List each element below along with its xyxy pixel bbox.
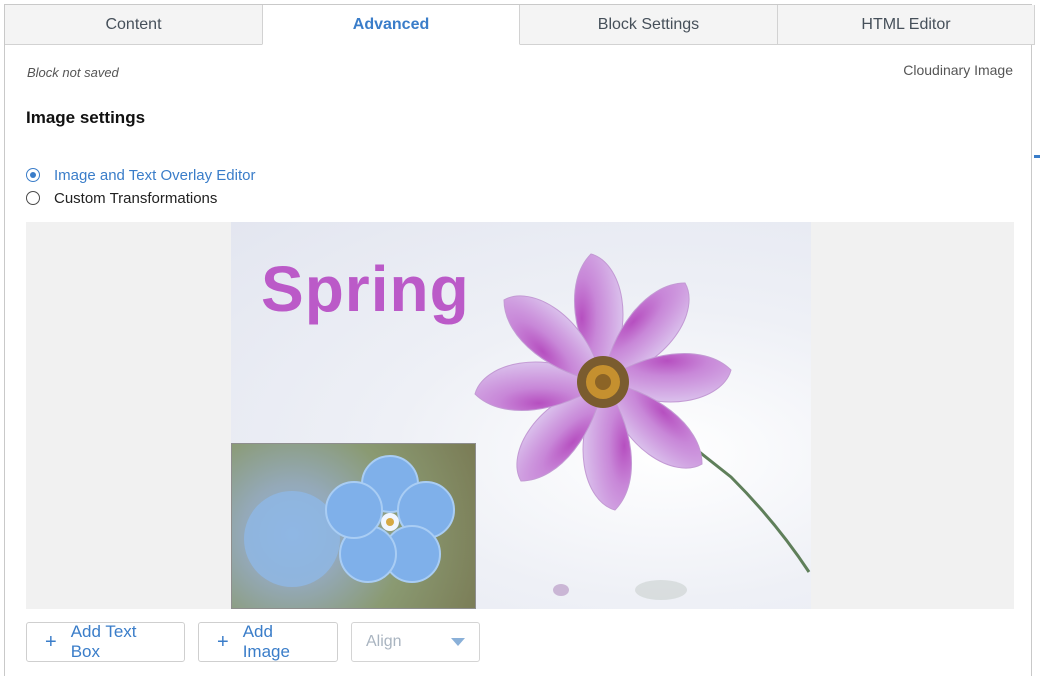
plus-icon: + bbox=[217, 631, 229, 653]
radio-button-checked[interactable] bbox=[26, 168, 40, 182]
editor-toolbar: + Add Text Box + Add Image Align bbox=[26, 622, 480, 664]
add-text-box-button[interactable]: + Add Text Box bbox=[26, 622, 185, 662]
add-text-box-label: Add Text Box bbox=[70, 622, 137, 661]
radio-label: Image and Text Overlay Editor bbox=[54, 166, 256, 184]
block-type-label: Cloudinary Image bbox=[903, 62, 1013, 78]
section-title: Image settings bbox=[26, 108, 146, 127]
radio-custom-transformations[interactable]: Custom Transformations bbox=[26, 188, 217, 208]
radio-button[interactable] bbox=[26, 191, 40, 205]
save-status: Block not saved bbox=[27, 65, 119, 80]
chevron-down-icon bbox=[451, 638, 465, 646]
overlay-image[interactable] bbox=[231, 443, 476, 609]
radio-label: Custom Transformations bbox=[54, 189, 218, 207]
tab-advanced[interactable]: Advanced bbox=[262, 5, 520, 45]
align-select[interactable]: Align bbox=[351, 622, 480, 662]
tab-block-settings[interactable]: Block Settings bbox=[520, 5, 778, 45]
tab-bar: Content Advanced Block Settings HTML Edi… bbox=[5, 5, 1035, 46]
radio-overlay-editor[interactable]: Image and Text Overlay Editor bbox=[26, 165, 256, 185]
blue-flower-image bbox=[244, 455, 455, 587]
overlay-text-box[interactable]: Spring bbox=[261, 252, 470, 326]
tab-html-editor[interactable]: HTML Editor bbox=[778, 5, 1035, 45]
add-image-label: Add Image bbox=[242, 622, 290, 661]
scroll-indicator bbox=[1034, 155, 1040, 158]
align-placeholder: Align bbox=[366, 633, 402, 650]
add-image-button[interactable]: + Add Image bbox=[198, 622, 338, 662]
tab-content[interactable]: Content bbox=[5, 5, 263, 45]
plus-icon: + bbox=[45, 631, 57, 653]
image-preview-area: Spring bbox=[26, 222, 1014, 609]
block-editor-panel: Content Advanced Block Settings HTML Edi… bbox=[4, 4, 1035, 676]
image-canvas[interactable]: Spring bbox=[231, 222, 811, 609]
